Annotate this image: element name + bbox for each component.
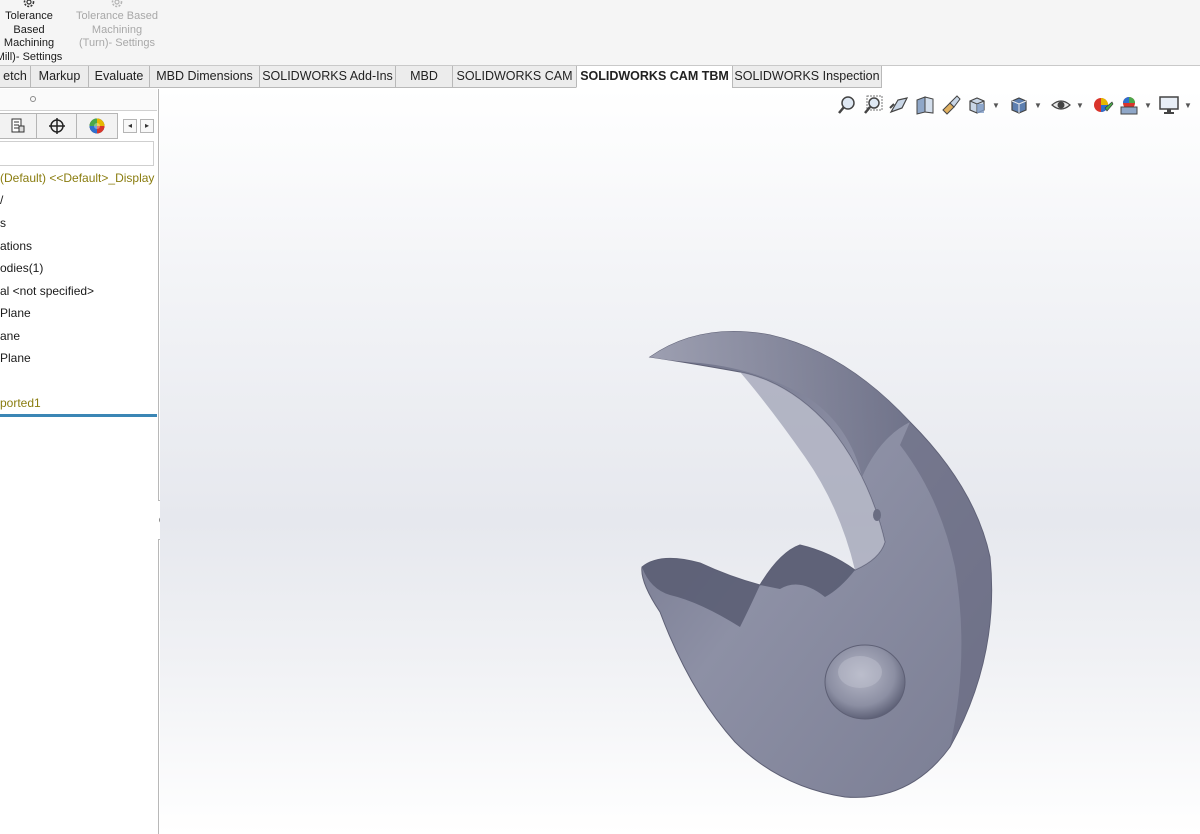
gear-icon: [72, 0, 162, 10]
button-label-line: Tolerance: [5, 10, 53, 22]
zoom-to-area-icon[interactable]: [862, 94, 884, 116]
tab-solidworks-inspection[interactable]: SOLIDWORKS Inspection: [732, 66, 882, 88]
button-label-line: Tolerance Based: [76, 10, 158, 22]
3d-model-part[interactable]: [630, 327, 1010, 807]
graphics-viewport[interactable]: ▼ ▼ ▼ ▼ ▼: [160, 89, 1200, 834]
tab-evaluate[interactable]: Evaluate: [88, 66, 150, 88]
chevron-down-icon[interactable]: ▼: [1076, 101, 1084, 110]
chevron-down-icon[interactable]: ▼: [1034, 101, 1042, 110]
command-manager-ribbon: Tolerance Based Machining Mill)- Setting…: [0, 0, 1200, 66]
gear-icon: [0, 0, 64, 10]
view-orientation-icon[interactable]: [966, 94, 988, 116]
button-label-line: Based: [13, 23, 45, 36]
property-manager-icon: [11, 118, 25, 133]
tree-item-top-plane[interactable]: ane: [0, 326, 157, 346]
edit-appearance-icon[interactable]: [1092, 94, 1114, 116]
section-view-icon[interactable]: [914, 94, 936, 116]
button-label-line: Machining: [91, 23, 143, 36]
dynamic-annotation-icon[interactable]: [940, 94, 962, 116]
tree-item-front-plane[interactable]: Plane: [0, 303, 157, 323]
apply-scene-icon[interactable]: [1118, 94, 1140, 116]
tab-mbd-dimensions[interactable]: MBD Dimensions: [149, 66, 260, 88]
hide-show-icon[interactable]: [1050, 94, 1072, 116]
tree-item-material[interactable]: al <not specified>: [0, 281, 157, 301]
command-manager-tabs: etch Markup Evaluate MBD Dimensions SOLI…: [0, 66, 1200, 89]
feature-manager-panel: ◂ ▸ (Default) <<Default>_Display / s ati…: [0, 89, 159, 834]
heads-up-view-toolbar: ▼ ▼ ▼ ▼ ▼: [836, 94, 1196, 118]
button-label-line: Machining: [3, 37, 55, 49]
tree-item-right-plane[interactable]: Plane: [0, 348, 157, 368]
manager-tabs-toolbar: ◂ ▸: [0, 113, 157, 139]
button-label-line: (Turn)- Settings: [78, 37, 155, 49]
tab-markup[interactable]: Markup: [30, 66, 89, 88]
chevron-down-icon[interactable]: ▼: [1144, 101, 1152, 110]
panel-header: [0, 89, 157, 111]
previous-view-icon[interactable]: [888, 94, 910, 116]
tab-solidworks-cam[interactable]: SOLIDWORKS CAM: [452, 66, 577, 88]
view-settings-icon[interactable]: [1158, 94, 1180, 116]
display-style-icon[interactable]: [1008, 94, 1030, 116]
tbm-turn-settings-button[interactable]: Tolerance Based Machining (Turn)- Settin…: [72, 0, 162, 51]
tree-item-solid-bodies[interactable]: odies(1): [0, 258, 157, 278]
zoom-to-fit-icon[interactable]: [836, 94, 858, 116]
tree-item-part-root[interactable]: (Default) <<Default>_Display: [0, 168, 157, 188]
button-label-line: Mill)- Settings: [0, 50, 63, 63]
pin-icon[interactable]: [30, 96, 36, 102]
tabs-scroll-left-button[interactable]: ◂: [123, 119, 137, 133]
tree-item-annotations[interactable]: ations: [0, 236, 157, 256]
property-manager-tab[interactable]: [0, 113, 37, 139]
configuration-manager-tab[interactable]: [36, 113, 77, 139]
tree-item-sensors[interactable]: s: [0, 213, 157, 233]
display-manager-icon: [89, 118, 105, 134]
tabs-scroll-right-button[interactable]: ▸: [140, 119, 154, 133]
tab-sketch[interactable]: etch: [0, 66, 31, 88]
chevron-down-icon[interactable]: ▼: [992, 101, 1000, 110]
configuration-manager-icon: [48, 118, 65, 134]
rollback-bar[interactable]: [0, 414, 157, 417]
tree-item-history[interactable]: /: [0, 190, 157, 210]
tab-mbd[interactable]: MBD: [395, 66, 453, 88]
display-manager-tab[interactable]: [76, 113, 118, 139]
chevron-down-icon[interactable]: ▼: [1184, 101, 1192, 110]
tab-solidworks-cam-tbm[interactable]: SOLIDWORKS CAM TBM: [576, 66, 733, 88]
tree-item-imported1[interactable]: ported1: [0, 393, 157, 413]
tree-filter-input[interactable]: [0, 141, 154, 166]
tree-item-origin[interactable]: [0, 371, 157, 391]
tab-solidworks-add-ins[interactable]: SOLIDWORKS Add-Ins: [259, 66, 396, 88]
tbm-mill-settings-button[interactable]: Tolerance Based Machining Mill)- Setting…: [0, 0, 64, 64]
